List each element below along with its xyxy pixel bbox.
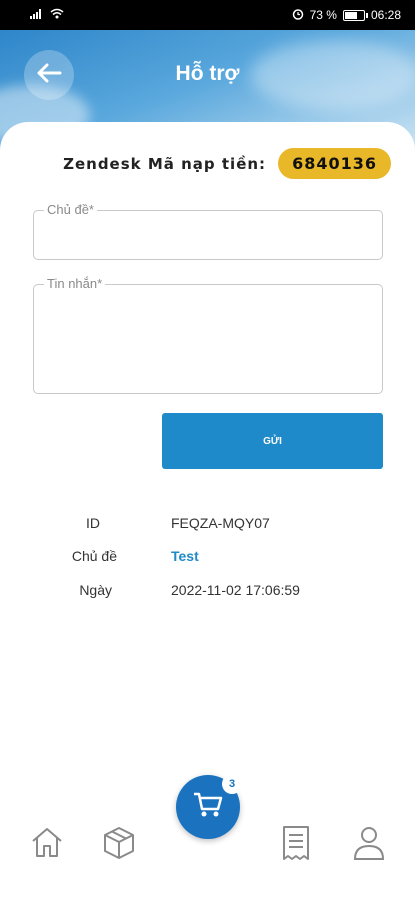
status-time: 06:28 — [370, 8, 401, 22]
message-field[interactable]: Tin nhắn* — [33, 276, 383, 394]
subject-field[interactable]: Chủ đề* — [33, 202, 383, 260]
user-icon[interactable] — [352, 825, 386, 866]
message-field-label: Tin nhắn* — [44, 276, 106, 291]
cart-count-badge: 3 — [222, 774, 242, 794]
zendesk-label: Zendesk Mã nạp tiền: — [63, 154, 267, 173]
ticket-key: ID — [86, 515, 100, 531]
zendesk-code-badge: 6840136 — [278, 148, 391, 179]
battery-fill — [344, 11, 358, 19]
battery-percent: 73 % — [309, 8, 337, 22]
alarm-icon — [292, 8, 304, 23]
send-button[interactable]: GỬI — [162, 413, 383, 469]
signal-icon — [30, 8, 44, 22]
ticket-value: FEQZA-MQY07 — [171, 515, 270, 531]
receipt-icon[interactable] — [280, 825, 312, 866]
cart-icon — [193, 791, 223, 824]
home-icon[interactable] — [30, 825, 64, 864]
wifi-icon — [50, 8, 64, 22]
page-title: Hỗ trợ — [175, 62, 240, 85]
subject-field-label: Chủ đề* — [44, 202, 97, 217]
ticket-key: Ngày — [79, 582, 112, 598]
zendesk-row: Zendesk Mã nạp tiền: 6840136 — [63, 148, 391, 179]
ticket-subject-link[interactable]: Test — [171, 548, 199, 564]
ticket-value: 2022-11-02 17:06:59 — [171, 582, 300, 598]
battery-icon — [342, 9, 368, 21]
status-bar: 73 % 06:28 — [0, 0, 415, 30]
box-icon[interactable] — [101, 825, 137, 866]
ticket-key: Chủ đề — [71, 548, 117, 564]
